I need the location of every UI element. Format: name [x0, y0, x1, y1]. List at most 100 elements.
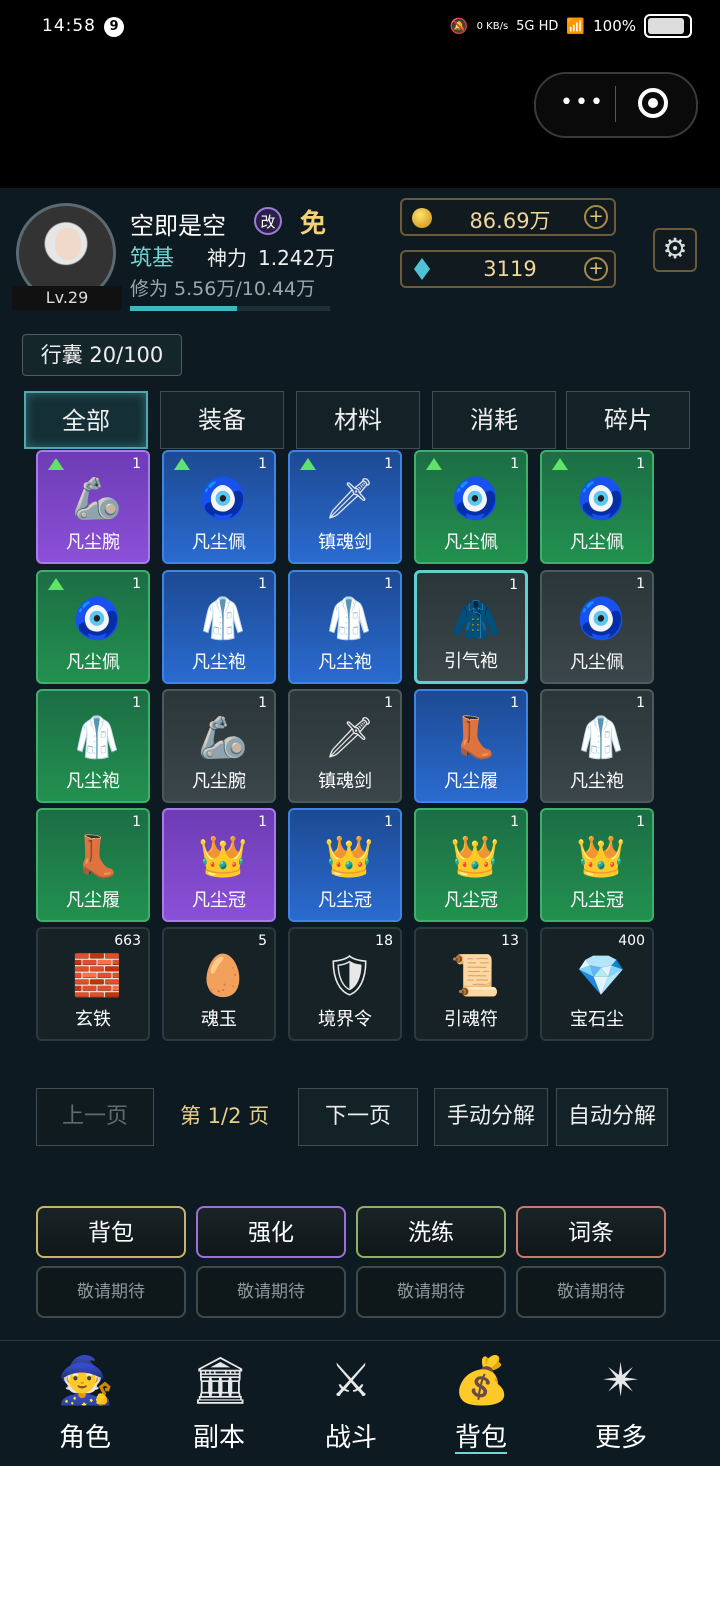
item-slot[interactable]: 1 🧿 凡尘佩: [162, 450, 276, 564]
item-slot[interactable]: 5 🥚 魂玉: [162, 927, 276, 1041]
item-name: 凡尘袍: [66, 771, 120, 792]
item-slot[interactable]: 1 👢 凡尘履: [414, 689, 528, 803]
player-realm: 筑基: [130, 246, 175, 271]
network-label: 5G HD: [516, 18, 559, 34]
item-slot[interactable]: 1 👢 凡尘履: [36, 808, 150, 922]
prev-page-button[interactable]: 上一页: [36, 1088, 154, 1146]
coming-soon-button[interactable]: 敬请期待: [516, 1266, 666, 1318]
close-miniapp-icon[interactable]: [638, 88, 668, 118]
item-count: 400: [618, 933, 645, 949]
item-slot[interactable]: 18 🛡 境界令: [288, 927, 402, 1041]
item-count: 1: [636, 695, 645, 711]
pendant-icon: 🧿: [450, 476, 500, 522]
manual-decompose-button[interactable]: 手动分解: [434, 1088, 548, 1146]
robe-icon: 🥼: [72, 715, 122, 761]
item-slot[interactable]: 1 🥼 凡尘袍: [288, 570, 402, 684]
item-slot[interactable]: 1 🥼 凡尘袍: [162, 570, 276, 684]
item-slot[interactable]: 1 🗡 镇魂剑: [288, 689, 402, 803]
character-icon: 🧙: [57, 1353, 115, 1407]
nav-item-1[interactable]: 🏛 副本: [164, 1345, 274, 1463]
upgrade-arrow-icon: [48, 458, 64, 470]
item-count: 1: [132, 814, 141, 830]
item-name: 凡尘袍: [570, 771, 624, 792]
tab-0[interactable]: 全部: [24, 391, 148, 449]
avatar-face: [55, 228, 81, 260]
tab-4[interactable]: 碎片: [566, 391, 690, 449]
bag-capacity: 行囊 20/100: [22, 334, 182, 376]
feature-button-3[interactable]: 词条: [516, 1206, 666, 1258]
nav-label: 背包: [454, 1423, 507, 1453]
crown-icon: 👑: [450, 834, 500, 880]
exp-bar: [130, 306, 330, 311]
add-jade-button[interactable]: +: [584, 257, 608, 281]
settings-gear-icon[interactable]: ⚙: [653, 228, 697, 272]
item-slot[interactable]: 1 👑 凡尘冠: [414, 808, 528, 922]
item-name: 凡尘佩: [570, 652, 624, 673]
item-name: 引魂符: [444, 1009, 498, 1030]
item-count: 18: [375, 933, 393, 949]
item-slot[interactable]: 1 🧥 引气袍: [414, 570, 528, 684]
feature-button-1[interactable]: 强化: [196, 1206, 346, 1258]
nav-label: 副本: [192, 1423, 245, 1453]
next-page-button[interactable]: 下一页: [298, 1088, 418, 1146]
pendant-icon: 🧿: [576, 596, 626, 642]
tab-3[interactable]: 消耗: [432, 391, 556, 449]
item-name: 引气袍: [444, 651, 498, 672]
item-count: 1: [636, 456, 645, 472]
item-slot[interactable]: 1 🦾 凡尘腕: [36, 450, 150, 564]
item-slot[interactable]: 1 🧿 凡尘佩: [414, 450, 528, 564]
talisman-icon: 📜: [450, 953, 500, 999]
coming-soon-button[interactable]: 敬请期待: [356, 1266, 506, 1318]
battery-icon: [644, 14, 692, 38]
auto-decompose-button[interactable]: 自动分解: [556, 1088, 668, 1146]
pendant-icon: 🧿: [198, 476, 248, 522]
item-name: 镇魂剑: [318, 771, 372, 792]
add-gold-button[interactable]: +: [584, 205, 608, 229]
tab-1[interactable]: 装备: [160, 391, 284, 449]
item-slot[interactable]: 1 🧿 凡尘佩: [540, 570, 654, 684]
item-slot[interactable]: 400 💎 宝石尘: [540, 927, 654, 1041]
item-count: 1: [636, 814, 645, 830]
item-name: 凡尘冠: [570, 890, 624, 911]
item-slot[interactable]: 1 👑 凡尘冠: [540, 808, 654, 922]
item-slot[interactable]: 1 🦾 凡尘腕: [162, 689, 276, 803]
item-slot[interactable]: 1 🥼 凡尘袍: [36, 689, 150, 803]
exp-bar-fill: [130, 306, 237, 311]
nav-item-3[interactable]: 💰 背包: [426, 1345, 536, 1463]
item-slot[interactable]: 1 🥼 凡尘袍: [540, 689, 654, 803]
more-dots-icon[interactable]: •••: [560, 90, 605, 115]
item-slot[interactable]: 663 🧱 玄铁: [36, 927, 150, 1041]
exp-text: 修为 5.56万/10.44万: [130, 278, 316, 300]
item-slot[interactable]: 1 👑 凡尘冠: [162, 808, 276, 922]
item-count: 1: [384, 814, 393, 830]
item-name: 凡尘腕: [192, 771, 246, 792]
upgrade-arrow-icon: [426, 458, 442, 470]
item-slot[interactable]: 1 🧿 凡尘佩: [36, 570, 150, 684]
nav-item-4[interactable]: ✴ 更多: [566, 1345, 676, 1463]
gold-value: 86.69万: [469, 209, 551, 233]
item-name: 凡尘佩: [444, 532, 498, 553]
robe-icon: 🥼: [324, 596, 374, 642]
rename-badge[interactable]: 改: [254, 207, 282, 235]
tab-2[interactable]: 材料: [296, 391, 420, 449]
item-count: 1: [258, 695, 267, 711]
coming-soon-button[interactable]: 敬请期待: [196, 1266, 346, 1318]
boots-icon: 👢: [72, 834, 122, 880]
item-slot[interactable]: 1 🗡 镇魂剑: [288, 450, 402, 564]
item-name: 凡尘佩: [66, 652, 120, 673]
coming-soon-button[interactable]: 敬请期待: [36, 1266, 186, 1318]
nav-item-2[interactable]: ⚔ 战斗: [296, 1345, 406, 1463]
nav-item-0[interactable]: 🧙 角色: [30, 1345, 140, 1463]
feature-button-0[interactable]: 背包: [36, 1206, 186, 1258]
item-slot[interactable]: 1 👑 凡尘冠: [288, 808, 402, 922]
item-slot[interactable]: 1 🧿 凡尘佩: [540, 450, 654, 564]
item-name: 凡尘腕: [66, 532, 120, 553]
jade-resource: 3119 +: [400, 250, 616, 288]
item-slot[interactable]: 13 📜 引魂符: [414, 927, 528, 1041]
crown-icon: 👑: [324, 834, 374, 880]
item-name: 凡尘冠: [192, 890, 246, 911]
item-count: 1: [132, 695, 141, 711]
notification-badge: 9: [104, 17, 124, 37]
feature-button-2[interactable]: 洗练: [356, 1206, 506, 1258]
item-count: 1: [132, 576, 141, 592]
